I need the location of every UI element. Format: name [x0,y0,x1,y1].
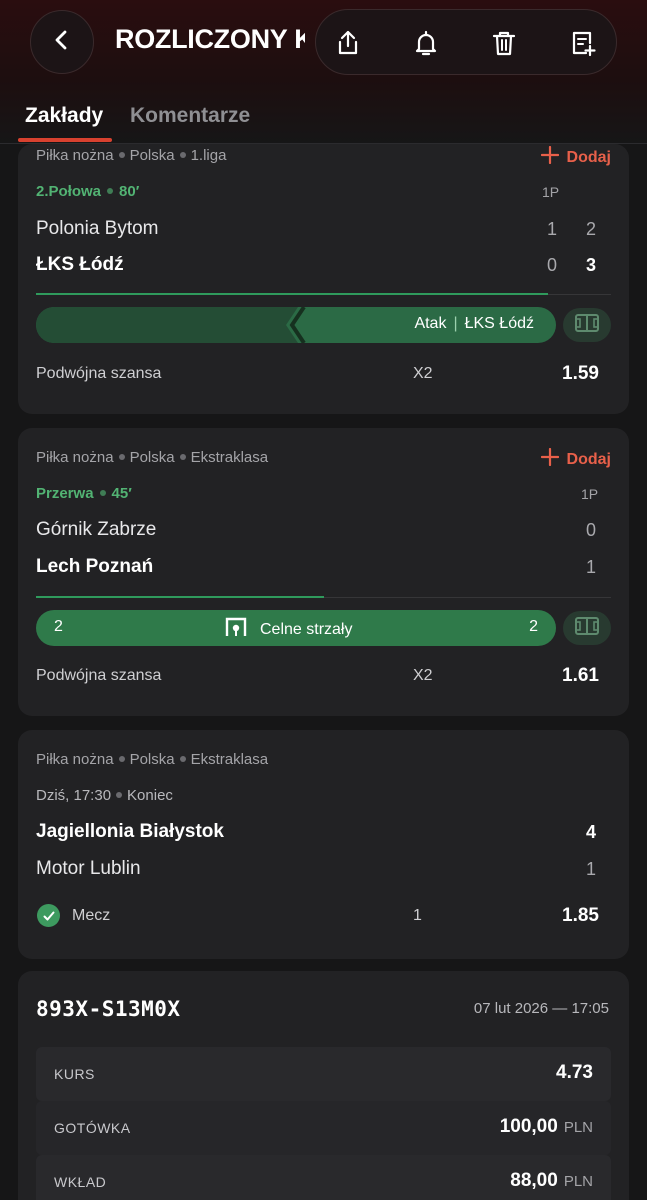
header-actions [315,9,617,75]
odds-value: 1.59 [562,363,599,384]
pitch-icon [574,313,600,338]
pitch-view-button[interactable] [563,611,611,645]
goal-post-icon [224,616,248,643]
match-progress-bar [36,293,548,295]
away-score-total: 3 [585,255,596,275]
won-check-icon [37,904,60,927]
event-breadcrumb: Piłka nożna Polska Ekstraklasa [36,751,269,768]
selection: X2 [413,365,433,382]
bet-card[interactable]: Piłka nożna Polska 1.liga Dodaj 2.Połowa 80… [18,144,629,414]
summary-row-odds: KURS 4.73 [36,1047,611,1101]
away-team: Motor Lublin [36,858,141,879]
away-team: ŁKS Łódź [36,254,124,275]
away-score: 1 [585,859,596,879]
back-arrow-icon [51,29,73,56]
match-time-status: Dziś, 17:30 Koniec [36,787,173,804]
shots-label-group: Celne strzały [224,616,352,643]
active-tab-indicator [18,138,112,142]
bet-card[interactable]: Piłka nożna Polska Ekstraklasa Dziś, 17:30… [18,730,629,959]
home-shots-value: 2 [54,618,63,635]
home-team: Górnik Zabrze [36,519,157,540]
pitch-view-button[interactable] [563,308,611,342]
share-icon[interactable] [332,27,364,59]
plus-icon [540,145,559,169]
tab-bar: Zakłady Komentarze [0,100,647,144]
away-shots-value: 2 [529,618,538,635]
away-score-1p: 0 [546,255,557,275]
coupon-date: 07 lut 2026 — 17:05 [473,1000,609,1017]
tab-bets[interactable]: Zakłady [25,104,103,128]
shots-on-target-bar: 2 Celne strzały 2 [36,610,556,646]
add-button[interactable]: Dodaj [540,145,611,169]
home-team: Polonia Bytom [36,218,159,239]
note-add-icon[interactable] [567,27,599,59]
add-button[interactable]: Dodaj [540,447,611,471]
away-score: 1 [585,557,596,577]
home-score: 4 [585,822,596,842]
bell-icon[interactable] [410,27,442,59]
home-score-total: 2 [585,219,596,239]
event-breadcrumb: Piłka nożna Polska Ekstraklasa [36,449,269,466]
selection: 1 [413,907,422,924]
odds-value: 1.61 [562,665,599,686]
pitch-icon [574,616,600,641]
coupon-code[interactable]: 893X-S13M0X [36,997,181,1021]
attack-info: Atak | ŁKS Łódź [414,315,534,332]
summary-row-cash: GOTÓWKA 100,00 PLN [36,1101,611,1155]
live-event-bar: Atak | ŁKS Łódź [36,307,556,343]
period-label: 1P [581,486,599,502]
market-name: Podwójna szansa [36,365,162,382]
header: ROZLICZONY K... Zakłady Komentarze [0,0,647,144]
summary-row-stake: WKŁAD 88,00 PLN [36,1155,611,1200]
home-score: 0 [585,520,596,540]
back-button[interactable] [30,10,94,74]
selection: X2 [413,667,433,684]
event-breadcrumb: Piłka nożna Polska 1.liga [36,147,227,164]
bet-card[interactable]: Piłka nożna Polska Ekstraklasa Dodaj Przer… [18,428,629,716]
market-name: Podwójna szansa [36,667,162,684]
coupon-summary: 893X-S13M0X 07 lut 2026 — 17:05 KURS 4.7… [18,971,629,1200]
odds-value: 1.85 [562,905,599,926]
live-status: Przerwa 45′ [36,485,132,502]
market-name: Mecz [72,907,111,924]
match-progress-bar [36,596,324,598]
away-team: Lech Poznań [36,556,154,577]
plus-icon [540,447,559,471]
page-title: ROZLICZONY K... [115,24,305,54]
live-status: 2.Połowa 80′ [36,183,140,200]
period-label: 1P [542,184,560,200]
home-team: Jagiellonia Białystok [36,821,224,842]
tab-comments[interactable]: Komentarze [130,104,250,128]
trash-icon[interactable] [488,27,520,59]
home-score-1p: 1 [546,219,557,239]
